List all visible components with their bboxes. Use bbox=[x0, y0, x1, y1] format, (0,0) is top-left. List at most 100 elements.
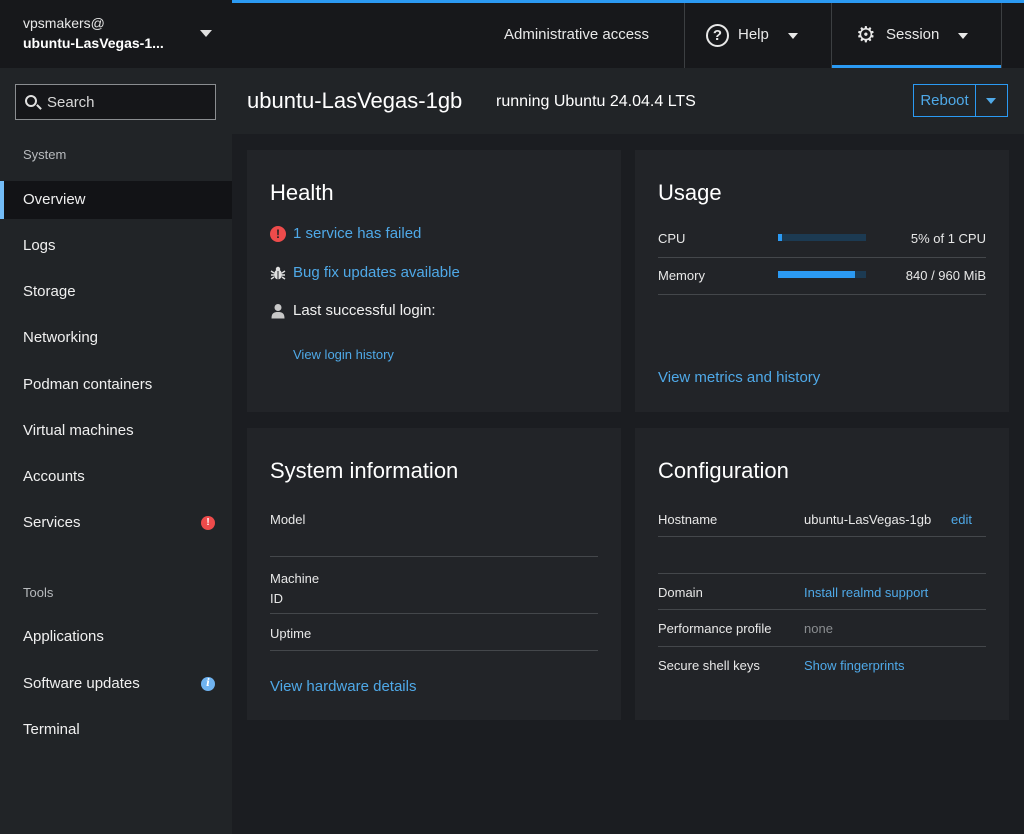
sidebar-item-accounts[interactable]: Accounts bbox=[0, 458, 232, 496]
sidebar-item-label: Podman containers bbox=[23, 376, 153, 393]
sidebar-item-overview[interactable]: Overview bbox=[0, 181, 232, 219]
bug-icon bbox=[270, 265, 286, 281]
help-icon: ? bbox=[706, 24, 729, 47]
memory-value: 840 / 960 MiB bbox=[905, 268, 986, 283]
search-icon bbox=[25, 95, 37, 107]
sidebar-item-networking[interactable]: Networking bbox=[0, 319, 232, 357]
sidebar-item-software-updates[interactable]: Software updates i bbox=[0, 665, 232, 703]
caret-down-icon bbox=[958, 33, 968, 39]
sidebar-item-label: Applications bbox=[23, 628, 104, 645]
nav-heading-system: System bbox=[23, 147, 67, 162]
caret-down-icon bbox=[986, 98, 996, 104]
cpu-label: CPU bbox=[658, 231, 686, 246]
search-input[interactable] bbox=[47, 85, 212, 119]
error-icon: ! bbox=[270, 226, 286, 242]
performance-profile-row: Performance profile none bbox=[658, 610, 986, 647]
divider bbox=[1001, 3, 1002, 68]
system-status: running Ubuntu 24.04.4 LTS bbox=[496, 93, 696, 110]
caret-down-icon[interactable] bbox=[200, 30, 212, 37]
cpu-usage-row: CPU 5% of 1 CPU bbox=[658, 221, 986, 258]
sidebar-item-services[interactable]: Services ! bbox=[0, 504, 232, 542]
performance-profile-label: Performance profile bbox=[658, 621, 772, 636]
updates-link[interactable]: Bug fix updates available bbox=[293, 264, 460, 281]
sidebar-item-virtual-machines[interactable]: Virtual machines bbox=[0, 412, 232, 450]
login-history-link[interactable]: View login history bbox=[293, 347, 394, 362]
cpu-progress-bar bbox=[778, 234, 866, 241]
cpu-value: 5% of 1 CPU bbox=[910, 231, 986, 246]
memory-label: Memory bbox=[658, 268, 705, 283]
sidebar-item-label: Overview bbox=[23, 191, 86, 208]
model-row: Model bbox=[270, 508, 598, 557]
show-fingerprints-link[interactable]: Show fingerprints bbox=[804, 658, 904, 673]
page-title: ubuntu-LasVegas-1gb bbox=[247, 88, 463, 113]
configuration-card: Configuration Hostname ubuntu-LasVegas-1… bbox=[635, 428, 1009, 720]
ssh-keys-label: Secure shell keys bbox=[658, 658, 760, 673]
gear-icon: ⚙ bbox=[856, 22, 876, 47]
sidebar-item-label: Networking bbox=[23, 329, 99, 346]
machine-id-label-line-2: ID bbox=[270, 591, 283, 606]
reboot-options-toggle[interactable] bbox=[976, 85, 1007, 116]
session-label: Session bbox=[886, 26, 940, 43]
page-header: ubuntu-LasVegas-1gb running Ubuntu 24.04… bbox=[232, 68, 1024, 134]
sidebar-item-label: Virtual machines bbox=[23, 422, 134, 439]
memory-progress-bar bbox=[778, 271, 866, 278]
uptime-label: Uptime bbox=[270, 626, 312, 641]
sidebar-item-label: Logs bbox=[23, 237, 56, 254]
view-hardware-details-link[interactable]: View hardware details bbox=[270, 678, 416, 695]
domain-row: Domain Install realmd support bbox=[658, 574, 986, 610]
machine-id-row: Machine ID bbox=[270, 568, 598, 614]
reboot-button[interactable]: Reboot bbox=[914, 85, 976, 116]
sidebar-item-podman-containers[interactable]: Podman containers bbox=[0, 366, 232, 404]
sidebar-item-label: Storage bbox=[23, 283, 76, 300]
info-badge-icon: i bbox=[201, 677, 215, 691]
user-icon bbox=[270, 303, 286, 319]
cpu-progress-fill bbox=[778, 234, 783, 241]
sidebar-item-label: Services bbox=[23, 514, 81, 531]
sidebar-item-label: Software updates bbox=[23, 675, 140, 692]
blank-row bbox=[658, 548, 986, 574]
divider bbox=[684, 3, 685, 68]
failed-services-link[interactable]: 1 service has failed bbox=[293, 225, 421, 242]
view-metrics-link[interactable]: View metrics and history bbox=[658, 369, 820, 386]
help-menu-button[interactable]: ? Help bbox=[706, 3, 831, 68]
sidebar-item-logs[interactable]: Logs bbox=[0, 227, 232, 265]
reboot-split-button: Reboot bbox=[913, 84, 1008, 117]
sidebar: vpsmakers@ ubuntu-LasVegas-1... System O… bbox=[0, 0, 232, 834]
hostname-edit-link[interactable]: edit bbox=[951, 512, 972, 527]
hostname-value: ubuntu-LasVegas-1gb bbox=[804, 512, 932, 527]
top-bar: Administrative access ? Help ⚙ Session bbox=[232, 0, 1024, 68]
host-switcher[interactable]: vpsmakers@ ubuntu-LasVegas-1... bbox=[0, 0, 232, 68]
domain-label: Domain bbox=[658, 585, 703, 600]
hostname-row: Hostname ubuntu-LasVegas-1gb edit bbox=[658, 508, 986, 537]
last-login-label: Last successful login: bbox=[293, 302, 436, 319]
sidebar-item-label: Terminal bbox=[23, 721, 80, 738]
help-label: Help bbox=[738, 26, 769, 43]
memory-usage-row: Memory 840 / 960 MiB bbox=[658, 258, 986, 295]
sidebar-item-storage[interactable]: Storage bbox=[0, 273, 232, 311]
system-information-title: System information bbox=[270, 458, 459, 483]
machine-id-label: Machine ID bbox=[270, 569, 319, 609]
usage-title: Usage bbox=[658, 180, 722, 205]
usage-card: Usage CPU 5% of 1 CPU Memory 840 / 960 M… bbox=[635, 150, 1009, 412]
search-box bbox=[15, 84, 216, 120]
health-title: Health bbox=[270, 180, 334, 205]
session-menu-button[interactable]: ⚙ Session bbox=[832, 3, 1001, 68]
caret-down-icon bbox=[788, 33, 798, 39]
error-badge-icon: ! bbox=[201, 516, 215, 530]
memory-progress-fill bbox=[778, 271, 855, 278]
nav-heading-tools: Tools bbox=[23, 585, 54, 600]
ssh-keys-row: Secure shell keys Show fingerprints bbox=[658, 647, 986, 683]
uptime-row: Uptime bbox=[270, 624, 598, 651]
hostname-label: Hostname bbox=[658, 512, 718, 527]
performance-profile-value[interactable]: none bbox=[804, 621, 833, 636]
sidebar-item-applications[interactable]: Applications bbox=[0, 618, 232, 656]
sidebar-item-terminal[interactable]: Terminal bbox=[0, 711, 232, 749]
machine-id-label-line-1: Machine bbox=[270, 571, 320, 586]
health-card: Health ! 1 service has failed Bug fix up… bbox=[247, 150, 621, 412]
system-information-card: System information Model Machine ID Upti… bbox=[247, 428, 621, 720]
sidebar-item-label: Accounts bbox=[23, 468, 85, 485]
model-label: Model bbox=[270, 512, 306, 527]
administrative-access-button[interactable]: Administrative access bbox=[504, 3, 649, 68]
install-realmd-link[interactable]: Install realmd support bbox=[804, 585, 928, 600]
configuration-title: Configuration bbox=[658, 458, 789, 483]
